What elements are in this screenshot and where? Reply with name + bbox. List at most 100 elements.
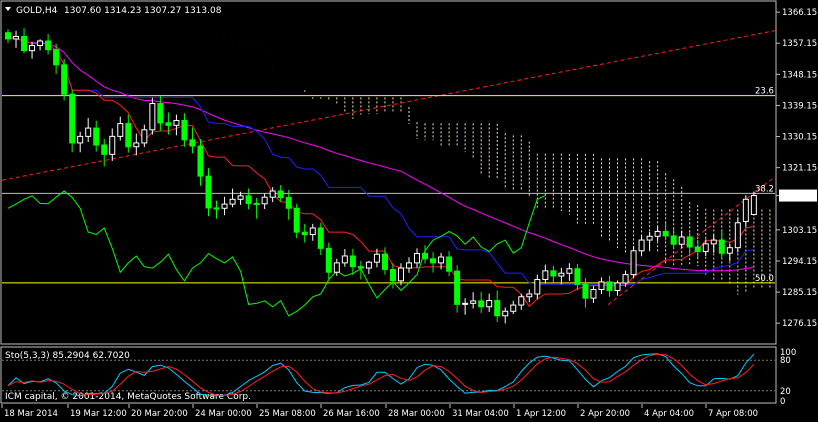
time-tick-label: 26 Mar 16:00 xyxy=(323,409,380,419)
candle-body xyxy=(317,227,324,249)
candle-body xyxy=(21,35,28,52)
candle-body xyxy=(309,227,316,236)
candle-body xyxy=(197,145,204,177)
price-tick-label: 1285.15 xyxy=(782,288,817,298)
candle-body xyxy=(710,239,717,245)
chart-canvas: 23.6 38.2 50.0 1366.15 1357.15 1348.15 1339.1… xyxy=(0,0,817,419)
candle-body xyxy=(606,281,613,292)
candle-body xyxy=(502,310,509,317)
candle-body xyxy=(101,144,108,155)
price-tick-label: 1321.15 xyxy=(782,164,817,174)
price-tick-label: 1366.15 xyxy=(782,8,817,18)
candle-body xyxy=(245,195,252,204)
candle-body xyxy=(694,246,701,252)
price-tick-label: 1313.08 xyxy=(782,192,817,202)
candle-body xyxy=(381,253,388,270)
candle-body xyxy=(638,239,645,252)
candle-body xyxy=(630,250,637,276)
candle-body xyxy=(470,300,477,304)
candle-body xyxy=(205,175,212,209)
ohlc-readout: 1307.60 1314.23 1307.27 1313.08 xyxy=(64,6,222,16)
candle-body xyxy=(414,253,421,264)
candle-body xyxy=(526,293,533,298)
candle-body xyxy=(45,40,52,51)
time-tick-label: 18 Mar 2014 xyxy=(4,409,58,419)
candle-body xyxy=(141,129,148,144)
candle-body xyxy=(566,268,573,274)
candle-body xyxy=(662,230,669,237)
candle-body xyxy=(542,270,549,280)
candle-body xyxy=(397,267,404,282)
candle-body xyxy=(462,302,469,305)
stoch-level-label: 20 xyxy=(780,387,791,397)
candle-body xyxy=(590,288,597,299)
candle-body xyxy=(13,35,20,40)
candle-body xyxy=(85,127,92,137)
candle-body xyxy=(365,261,372,269)
candle-body xyxy=(349,255,356,268)
candle-body xyxy=(510,304,517,312)
candle-body xyxy=(229,198,236,205)
candle-body xyxy=(726,247,733,254)
symbol-label: GOLD,H4 xyxy=(16,6,58,16)
candle-body xyxy=(325,247,332,273)
candle-body xyxy=(582,283,589,299)
candle-body xyxy=(93,127,100,146)
candle-body xyxy=(293,207,300,233)
candle-body xyxy=(253,202,260,205)
candle-body xyxy=(389,268,396,282)
candle-body xyxy=(277,190,284,199)
candle-body xyxy=(742,198,749,222)
copyright-label: ICM capital, © 2001-2014, MetaQuotes Sof… xyxy=(5,392,251,402)
candle-body xyxy=(718,239,725,254)
fib-level-label: 23.6 xyxy=(755,87,774,97)
candle-body xyxy=(734,222,741,249)
candle-body xyxy=(149,103,156,131)
candle-body xyxy=(69,93,76,144)
candle-body xyxy=(750,195,757,215)
fib-level-label: 50.0 xyxy=(755,274,774,284)
candle-body xyxy=(614,282,621,292)
price-tick-label: 1339.15 xyxy=(782,101,817,111)
candle-body xyxy=(189,139,196,147)
candle-body xyxy=(29,44,36,52)
stoch-level-label: 0 xyxy=(780,397,785,407)
chart-header: GOLD,H4 1307.60 1314.23 1307.27 1313.08 xyxy=(5,6,222,16)
time-tick-label: 2 Apr 20:00 xyxy=(580,409,630,419)
candle-body xyxy=(478,300,485,308)
main-price-pane xyxy=(0,0,777,345)
candle-body xyxy=(37,40,44,46)
candle-body xyxy=(261,196,268,205)
candle-body xyxy=(646,235,653,241)
candle-body xyxy=(53,49,60,66)
candle-body xyxy=(494,300,501,317)
candle-body xyxy=(622,274,629,284)
candle-body xyxy=(574,268,581,285)
candle-body xyxy=(181,119,188,141)
candle-body xyxy=(133,142,140,148)
candle-body xyxy=(5,32,11,40)
candle-body xyxy=(670,235,677,245)
candle-body xyxy=(173,119,180,126)
time-tick-label: 20 Mar 20:00 xyxy=(131,409,188,419)
candle-body xyxy=(357,266,364,269)
candle-body xyxy=(373,253,380,263)
candle-body xyxy=(117,123,124,137)
price-tick-label: 1348.15 xyxy=(782,70,817,80)
candle-body xyxy=(654,230,661,237)
candle-body xyxy=(406,262,412,269)
time-axis: 18 Mar 2014 19 Mar 12:00 20 Mar 20:00 24 Ma… xyxy=(1,404,758,419)
time-tick-label: 7 Apr 08:00 xyxy=(708,409,758,419)
candle-body xyxy=(213,207,220,210)
price-tick-label: 1330.15 xyxy=(782,133,817,143)
stochastic-label: Sto(5,3,3) 85.2904 62.7020 xyxy=(5,351,130,361)
candle-body xyxy=(558,272,565,277)
candle-body xyxy=(333,262,340,273)
candle-body xyxy=(446,256,453,272)
time-tick-label: 25 Mar 08:00 xyxy=(259,409,316,419)
time-tick-label: 4 Apr 04:00 xyxy=(644,409,694,419)
candle-body xyxy=(454,270,461,305)
candle-body xyxy=(61,64,68,95)
candle-body xyxy=(221,203,228,209)
candle-body xyxy=(285,197,292,209)
